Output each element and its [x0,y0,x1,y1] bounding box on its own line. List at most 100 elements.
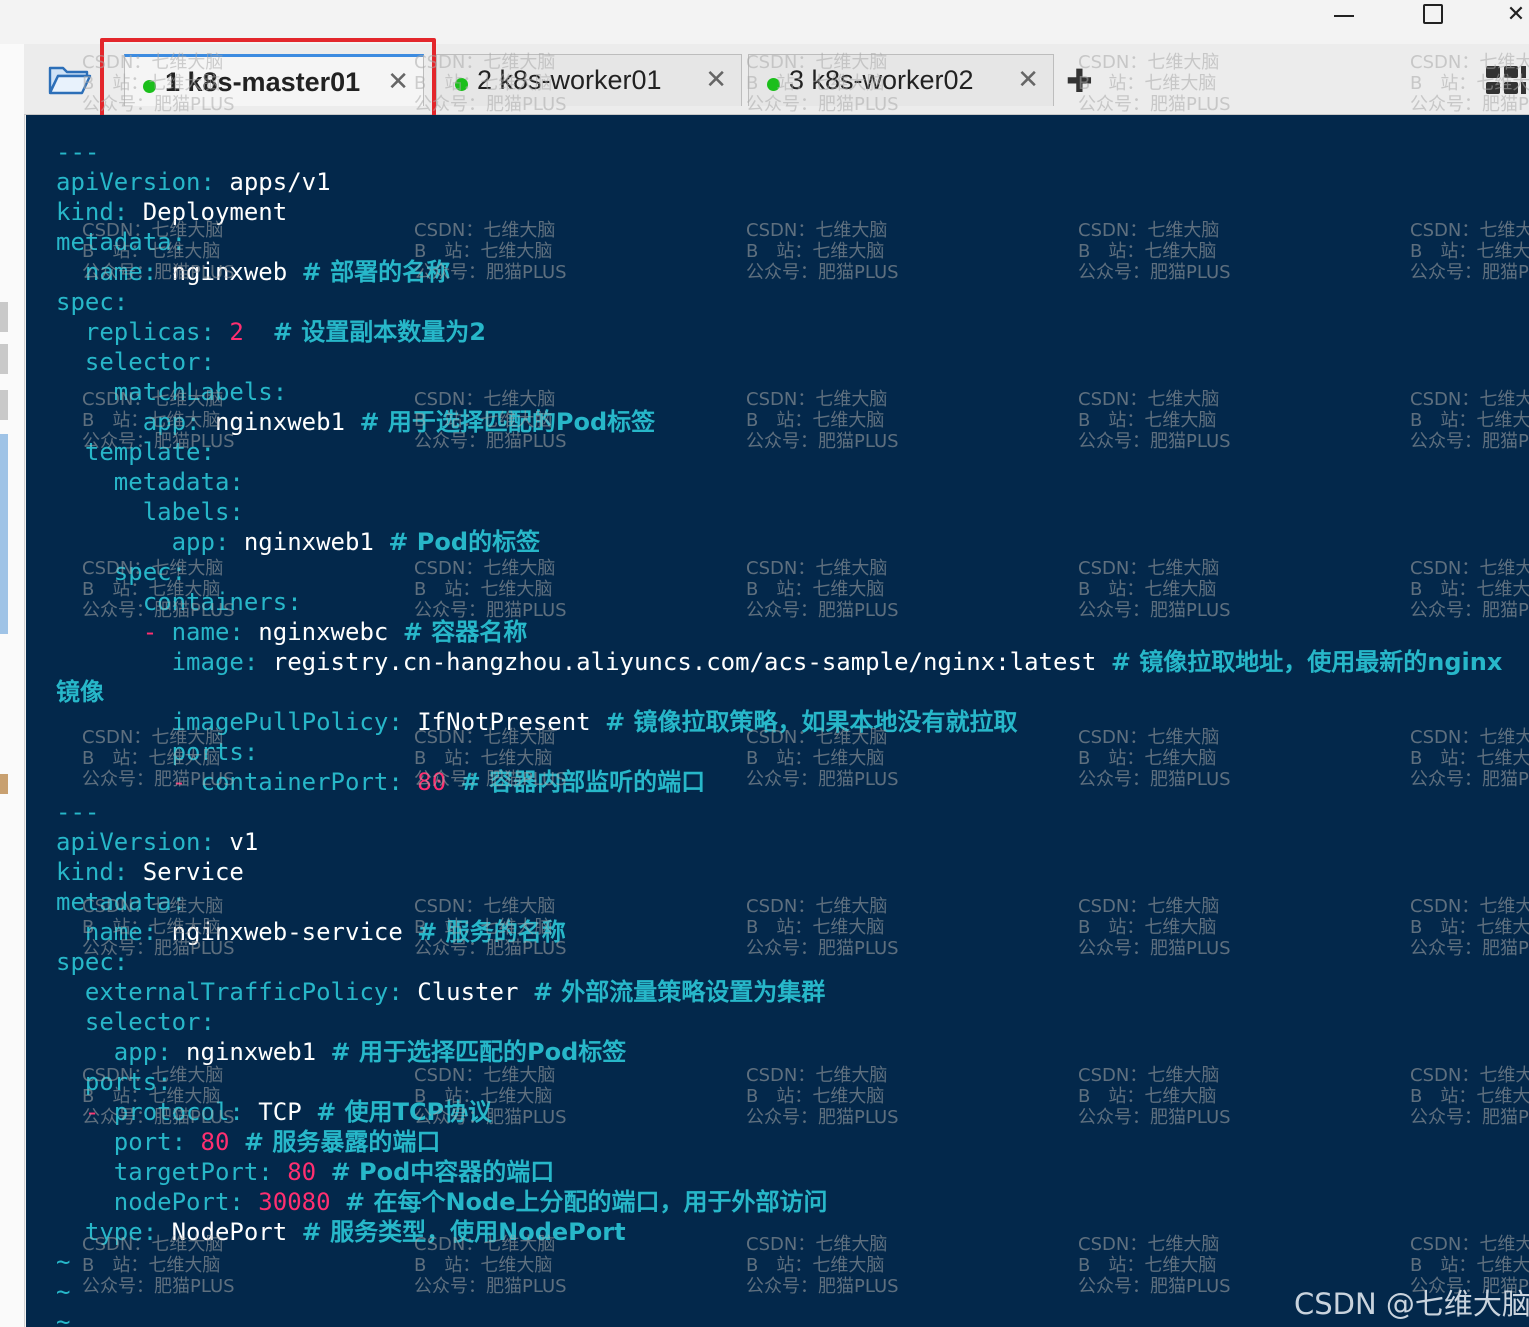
terminal-line: externalTrafficPolicy: Cluster # 外部流量策略设… [56,977,1502,1007]
yaml-value [403,768,417,796]
yaml-key: protocol: [113,1098,244,1126]
yaml-key: name: [84,918,158,946]
yaml-value [56,558,114,586]
terminal-line: spec: [56,287,1502,317]
yaml-comment: # Pod的标签 [388,528,541,556]
terminal-line: image: registry.cn-hangzhou.aliyuncs.com… [56,647,1503,677]
terminal-line: kind: Deployment [56,197,1502,227]
terminal-line: name: nginxweb-service # 服务的名称 [56,917,1502,947]
yaml-number: - [84,1098,114,1126]
yaml-number: - [171,768,201,796]
yaml-value: TCP [243,1098,317,1126]
terminal-marker: ~ [56,1248,71,1276]
close-window-button[interactable]: ✕ [1496,0,1529,32]
terminal-line: matchLabels: [56,377,1502,407]
terminal-line: ports: [56,1067,1502,1097]
yaml-value [331,1188,345,1216]
terminal-line: replicas: 2 # 设置副本数量为2 [56,317,1502,347]
yaml-comment: # 用于选择匹配的Pod标签 [330,1038,627,1066]
terminal-line: imagePullPolicy: IfNotPresent # 镜像拉取策略，如… [56,707,1502,737]
yaml-key: metadata: [56,228,187,256]
terminal-line: - containerPort: 80 # 容器内部监听的端口 [56,767,1502,797]
terminal-line: template: [56,437,1502,467]
yaml-value: nginxweb1 [171,1038,331,1066]
yaml-value [446,768,460,796]
yaml-key: labels: [142,498,244,526]
yaml-comment: # 在每个Node上分配的端口，用于外部访问 [345,1188,828,1216]
minimize-button[interactable] [1324,0,1364,32]
yaml-key: name: [84,258,158,286]
yaml-key: metadata: [113,468,244,496]
yaml-comment: # 服务的名称 [417,918,566,946]
yaml-value: nginxwebc [243,618,403,646]
yaml-number: 2 [229,318,244,346]
yaml-key: externalTrafficPolicy: [84,978,403,1006]
terminal-line: metadata: [56,887,1502,917]
yaml-value: NodePort [157,1218,302,1246]
yaml-value [56,1008,85,1036]
terminal-line: - protocol: TCP # 使用TCP协议 [56,1097,1502,1127]
yaml-key: spec: [113,558,187,586]
yaml-value: nginxweb-service [157,918,418,946]
background-window-edge [0,44,25,1327]
terminal-view[interactable]: --- apiVersion: apps/v1 kind: Deployment me… [26,115,1529,1327]
yaml-key: app: [142,408,201,436]
yaml-value [56,738,172,766]
folder-open-icon[interactable] [48,62,92,96]
yaml-value [244,318,273,346]
yaml-value [56,498,143,526]
terminal-line: metadata: [56,467,1502,497]
yaml-value: nginxweb1 [229,528,389,556]
yaml-number: 80 [417,768,447,796]
yaml-number: 30080 [258,1188,331,1216]
yaml-value [56,318,85,346]
terminal-line: app: nginxweb1 # 用于选择匹配的Pod标签 [56,407,1502,437]
terminal-line: apiVersion: v1 [56,827,1502,857]
yaml-comment: # 容器名称 [402,618,528,646]
author-watermark: CSDN @七维大脑 [1294,1287,1529,1321]
yaml-key: containers: [142,588,302,616]
connected-status-icon [455,78,468,91]
yaml-key: selector: [84,348,215,376]
grid-layout-icon[interactable] [1486,66,1526,96]
yaml-value [56,1188,114,1216]
yaml-comment: # 镜像拉取地址，使用最新的nginx [1110,648,1503,676]
yaml-number: 80 [200,1128,230,1156]
close-tab-icon[interactable]: ✕ [705,65,727,95]
tab-k8s-worker02[interactable]: 3 k8s-worker02 ✕ [748,54,1054,106]
terminal-line: selector: [56,347,1502,377]
yaml-key: name: [171,618,244,646]
terminal-line: spec: [56,557,1502,587]
connected-status-icon [767,78,780,91]
add-tab-icon[interactable]: ✚ [1066,62,1093,100]
yaml-key: template: [84,438,215,466]
tab-label: 3 k8s-worker02 [789,65,974,95]
yaml-key: port: [113,1128,187,1156]
yaml-key: kind: [56,198,129,226]
yaml-comment: # 镜像拉取策略，如果本地没有就拉取 [605,708,1018,736]
yaml-value [56,1128,114,1156]
close-tab-icon[interactable]: ✕ [1017,65,1039,95]
yaml-value: v1 [214,828,259,856]
yaml-value [56,918,85,946]
terminal-line: port: 80 # 服务暴露的端口 [56,1127,1502,1157]
maximize-button[interactable] [1412,0,1452,32]
yaml-value [56,708,172,736]
tab-k8s-worker01[interactable]: 2 k8s-worker01 ✕ [436,54,742,106]
yaml-value [56,1068,85,1096]
yaml-value: Cluster [402,978,533,1006]
yaml-key: selector: [84,1008,215,1036]
yaml-value [56,588,143,616]
yaml-value: registry.cn-hangzhou.aliyuncs.com/acs-sa… [258,648,1111,676]
terminal-line: 镜像 [56,677,1502,707]
terminal-line: containers: [56,587,1502,617]
yaml-value [316,1158,330,1186]
yaml-key: nodePort: [113,1188,244,1216]
terminal-line: ~ [56,1277,1502,1307]
yaml-value [56,438,85,466]
yaml-value: nginxweb1 [200,408,360,436]
yaml-key: kind: [56,858,129,886]
terminal-marker: --- [56,138,100,166]
yaml-comment: # 容器内部监听的端口 [460,768,706,796]
yaml-key: containerPort: [200,768,403,796]
